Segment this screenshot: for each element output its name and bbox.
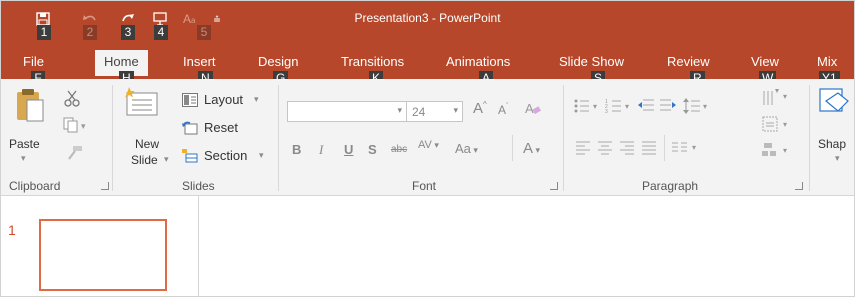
keytip-slideshow: 4 — [154, 25, 168, 40]
bullets-icon[interactable]: ▾ — [573, 97, 603, 118]
character-spacing-button[interactable]: AV ▾ — [418, 139, 439, 151]
font-size-combobox[interactable]: 24 ▾ — [406, 101, 463, 122]
keytip-save: 1 — [37, 25, 51, 40]
svg-text:▾: ▾ — [783, 146, 787, 155]
tab-view[interactable]: View — [751, 54, 779, 69]
keytip-redo: 3 — [121, 25, 135, 40]
group-label-paragraph: Paragraph — [642, 179, 699, 193]
grow-font-icon[interactable]: A^ — [473, 100, 487, 117]
reset-button-label[interactable]: Reset — [204, 120, 238, 135]
svg-text:▾: ▾ — [703, 102, 707, 111]
svg-text:3: 3 — [605, 109, 608, 115]
section-icon[interactable] — [182, 149, 198, 166]
font-launcher-icon[interactable] — [550, 182, 558, 190]
bold-button[interactable]: B — [292, 142, 301, 157]
ribbon-home: Paste ▾ ▾ Clipboard New Slide ▾ Layout ▾… — [1, 79, 854, 196]
section-button-label[interactable]: Section — [204, 148, 247, 163]
new-slide-icon[interactable] — [123, 87, 159, 122]
change-case-button[interactable]: Aa ▾ — [455, 141, 478, 156]
align-left-icon[interactable] — [575, 139, 591, 158]
shapes-button-label[interactable]: Shap — [818, 137, 846, 151]
align-right-icon[interactable] — [619, 139, 635, 158]
keytip-undo: 2 — [83, 25, 97, 40]
layout-icon[interactable] — [182, 93, 198, 110]
reset-icon[interactable] — [182, 121, 198, 138]
underline-button[interactable]: U — [344, 142, 353, 157]
increase-indent-icon[interactable] — [659, 97, 677, 118]
tab-insert[interactable]: Insert — [183, 54, 216, 69]
slide-number: 1 — [8, 222, 16, 238]
shapes-dropdown-icon[interactable]: ▾ — [835, 153, 840, 164]
align-text-icon[interactable]: ▾ — [761, 115, 791, 136]
section-dropdown-icon[interactable]: ▾ — [259, 150, 264, 161]
new-slide-dropdown-icon[interactable]: ▾ — [164, 154, 169, 165]
tab-review[interactable]: Review — [667, 54, 710, 69]
tab-animations[interactable]: Animations — [446, 54, 510, 69]
powerpoint-window: 1 2 3 4 Aa 5 ⩮ Presentation3 - PowerPoin… — [0, 0, 855, 297]
svg-text:A: A — [525, 101, 534, 116]
window-title: Presentation3 - PowerPoint — [354, 11, 501, 25]
separator — [664, 135, 665, 161]
separator — [278, 85, 279, 191]
paste-icon[interactable] — [15, 87, 45, 126]
shapes-icon[interactable] — [818, 87, 854, 124]
paragraph-launcher-icon[interactable] — [795, 182, 803, 190]
svg-text:▾: ▾ — [593, 102, 597, 111]
font-size-dropdown-icon[interactable]: ▾ — [453, 105, 458, 116]
font-name-dropdown-icon[interactable]: ▾ — [397, 105, 402, 116]
text-shadow-button[interactable]: S — [368, 142, 377, 157]
strikethrough-button[interactable]: abc — [391, 144, 407, 155]
keytip-fontsize: 5 — [197, 25, 211, 40]
new-slide-label-2[interactable]: Slide — [131, 153, 158, 167]
paste-dropdown-icon[interactable]: ▾ — [21, 153, 26, 164]
separator — [112, 85, 113, 191]
group-label-clipboard: Clipboard — [9, 179, 61, 193]
tab-file[interactable]: File — [23, 54, 44, 69]
font-size-value: 24 — [412, 105, 426, 119]
tab-slideshow[interactable]: Slide Show — [559, 54, 624, 69]
shrink-font-icon[interactable]: Aˇ — [498, 103, 508, 117]
layout-dropdown-icon[interactable]: ▾ — [254, 94, 259, 105]
tab-transitions[interactable]: Transitions — [341, 54, 404, 69]
italic-button[interactable]: I — [319, 142, 323, 158]
decrease-indent-icon[interactable] — [637, 97, 655, 118]
layout-button-label[interactable]: Layout — [204, 92, 243, 107]
font-color-button[interactable]: A ▾ — [523, 140, 540, 157]
line-spacing-icon[interactable]: ▾ — [683, 97, 711, 118]
separator — [563, 85, 564, 191]
tab-mix[interactable]: Mix — [817, 54, 837, 69]
numbering-icon[interactable]: 1 2 3 ▾ — [605, 97, 635, 118]
separator — [809, 85, 810, 191]
svg-text:▾: ▾ — [625, 102, 629, 111]
new-slide-label-1[interactable]: New — [135, 137, 159, 151]
copy-icon[interactable]: ▾ — [63, 117, 89, 136]
paste-button-label[interactable]: Paste — [9, 137, 40, 151]
svg-text:▾: ▾ — [783, 92, 787, 101]
columns-icon[interactable]: ▾ — [671, 139, 701, 158]
group-label-slides: Slides — [182, 179, 215, 193]
clear-formatting-icon[interactable]: A — [524, 100, 542, 121]
clipboard-launcher-icon[interactable] — [101, 182, 109, 190]
svg-text:▾: ▾ — [81, 121, 86, 131]
align-center-icon[interactable] — [597, 139, 613, 158]
svg-text:▾: ▾ — [783, 120, 787, 129]
slide-thumbnail[interactable] — [39, 219, 167, 291]
separator — [512, 135, 513, 161]
group-label-font: Font — [412, 179, 437, 193]
tab-design[interactable]: Design — [258, 54, 298, 69]
format-painter-icon[interactable] — [65, 145, 83, 164]
font-name-combobox[interactable]: ▾ — [287, 101, 407, 122]
justify-icon[interactable] — [641, 139, 657, 158]
svg-text:▾: ▾ — [692, 143, 696, 152]
cut-icon[interactable] — [63, 89, 81, 110]
text-direction-icon[interactable]: ▾ — [761, 87, 791, 112]
convert-to-smartart-icon[interactable]: ▾ — [761, 141, 791, 162]
